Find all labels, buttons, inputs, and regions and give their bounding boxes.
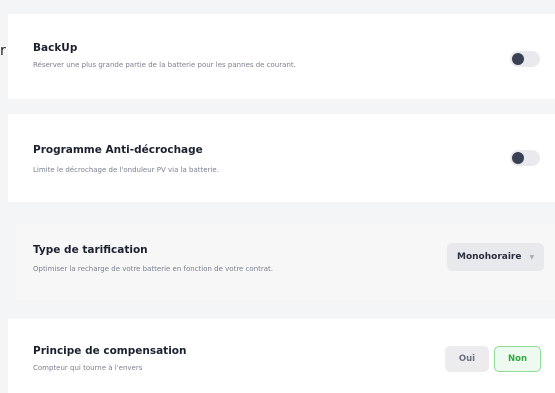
tariff-select[interactable]: Monohoraire ▼: [447, 243, 545, 271]
toggle-knob: [512, 53, 524, 65]
anti-clipping-title: Programme Anti-décrochage: [33, 144, 203, 156]
tariff-description: Optimiser la recharge de votre batterie …: [33, 265, 274, 273]
backup-title: BackUp: [33, 42, 78, 54]
settings-page: r BackUp Réserver une plus grande partie…: [0, 0, 555, 393]
tariff-select-value: Monohoraire: [457, 252, 522, 262]
compensation-option-oui[interactable]: Oui: [445, 346, 489, 372]
compensation-description: Compteur qui tourne à l'envers: [33, 364, 143, 372]
backup-description: Réserver une plus grande partie de la ba…: [33, 61, 296, 69]
clipped-text-fragment: r: [0, 43, 6, 59]
tariff-title: Type de tarification: [33, 244, 148, 256]
compensation-title: Principe de compensation: [33, 345, 187, 357]
compensation-option-non[interactable]: Non: [494, 346, 541, 372]
anti-clipping-description: Limite le décrochage de l'onduleur PV vi…: [33, 166, 219, 174]
anti-clipping-setting-card: Programme Anti-décrochage Limite le décr…: [8, 114, 555, 202]
backup-toggle[interactable]: [510, 51, 540, 67]
compensation-setting-card: Principe de compensation Compteur qui to…: [8, 319, 555, 393]
tariff-setting-card: Type de tarification Optimiser la rechar…: [16, 224, 555, 300]
toggle-knob: [512, 152, 524, 164]
chevron-down-icon: ▼: [529, 253, 535, 261]
backup-setting-card: BackUp Réserver une plus grande partie d…: [8, 14, 555, 99]
anti-clipping-toggle[interactable]: [510, 150, 540, 166]
